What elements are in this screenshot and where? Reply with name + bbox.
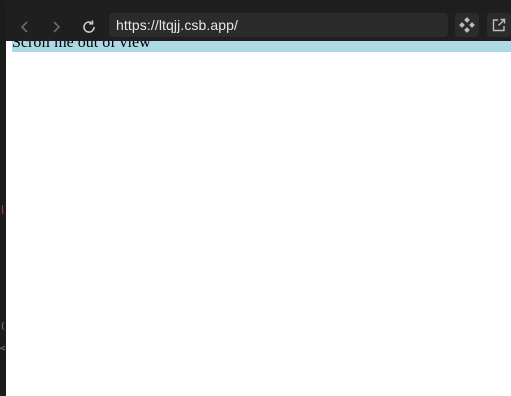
gutter-marker: < — [0, 344, 6, 354]
chevron-left-icon — [20, 21, 28, 33]
external-window-icon — [492, 18, 506, 32]
extensions-button[interactable] — [455, 13, 479, 37]
reload-button[interactable] — [78, 16, 100, 38]
open-in-new-window-button[interactable] — [487, 13, 511, 37]
page-viewport[interactable]: Scroll me out of view — [6, 41, 511, 396]
gutter-marker: | — [0, 205, 6, 215]
reload-icon — [83, 20, 95, 33]
address-bar[interactable]: https://ltqjj.csb.app/ — [109, 13, 448, 37]
chevron-right-icon — [53, 21, 61, 33]
browser-preview-window: | ( < https://ltqjj.csb.app/ Scroll me o… — [0, 0, 511, 396]
url-text[interactable]: https://ltqjj.csb.app/ — [116, 17, 238, 33]
gutter-marker: ( — [0, 322, 6, 332]
forward-button[interactable] — [45, 16, 67, 38]
back-button[interactable] — [14, 16, 36, 38]
browser-toolbar: https://ltqjj.csb.app/ — [6, 12, 511, 41]
diamond-cluster-icon — [459, 17, 475, 33]
banner-text: Scroll me out of view — [12, 41, 151, 51]
